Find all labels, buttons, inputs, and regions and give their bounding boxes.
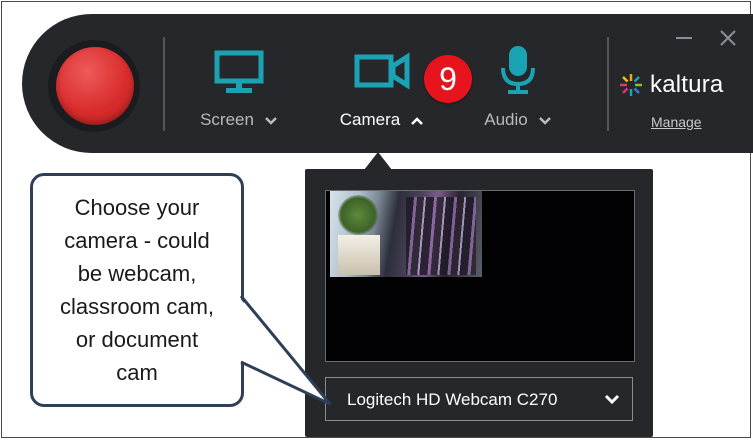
toolbar-divider — [607, 37, 609, 131]
camera-tool-label: Camera — [339, 110, 401, 129]
screen-tool-button[interactable]: Screen — [193, 44, 285, 139]
chevron-down-icon — [538, 116, 551, 125]
camera-feed-image — [330, 191, 482, 277]
toolbar-divider — [163, 37, 165, 131]
video-camera-icon — [354, 52, 410, 90]
selected-camera-device: Logitech HD Webcam C270 — [347, 390, 558, 409]
microphone-icon — [501, 46, 535, 94]
camera-preview — [325, 190, 635, 362]
callout-line: or document — [75, 327, 199, 352]
callout-line: camera - could — [64, 228, 210, 253]
audio-tool-label: Audio — [484, 110, 528, 129]
callout-line: cam — [116, 360, 158, 385]
chevron-down-icon — [265, 116, 277, 125]
manage-link[interactable]: Manage — [651, 114, 702, 130]
callout-line: be webcam, — [77, 261, 197, 286]
camera-feed-detail — [406, 197, 476, 275]
monitor-icon — [214, 50, 264, 93]
callout-line: Choose your — [74, 195, 200, 220]
camera-feed-detail — [338, 195, 378, 235]
camera-device-select[interactable]: Logitech HD Webcam C270 — [325, 377, 633, 421]
kaltura-logo: kaltura — [618, 70, 723, 100]
camera-panel-pointer — [364, 152, 392, 170]
kaltura-burst-icon — [620, 74, 642, 96]
minimize-icon[interactable] — [674, 28, 694, 48]
step-number-badge: 9 — [424, 55, 472, 103]
close-icon[interactable] — [718, 28, 738, 48]
audio-tool-button[interactable]: Audio — [472, 44, 564, 139]
camera-tool-button[interactable]: Camera — [330, 44, 434, 139]
screen-tool-label: Screen — [200, 110, 254, 129]
chevron-down-icon — [604, 394, 620, 405]
callout-line: classroom cam, — [59, 294, 215, 319]
brand-name: kaltura — [650, 71, 724, 98]
record-button[interactable] — [56, 47, 134, 125]
chevron-up-icon — [411, 116, 424, 125]
callout-text: Choose your camera - could be webcam, cl… — [36, 191, 238, 389]
camera-feed-detail — [338, 235, 380, 275]
